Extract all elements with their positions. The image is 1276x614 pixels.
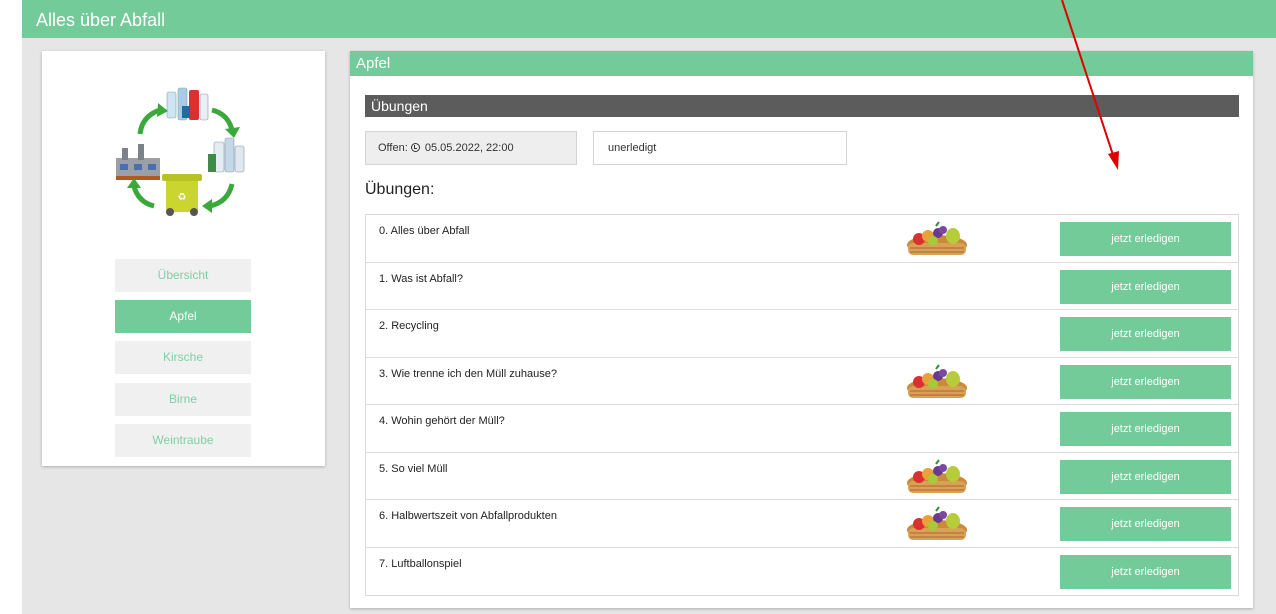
exercise-row: 3. Wie trenne ich den Müll zuhause? jetzt… bbox=[366, 358, 1238, 405]
exercise-row: 1. Was ist Abfall? jetzt erledigen bbox=[366, 263, 1238, 310]
sidebar-item-uebersicht[interactable]: Übersicht bbox=[115, 259, 251, 292]
sidebar-item-birne[interactable]: Birne bbox=[115, 383, 251, 416]
exercise-title: 5. So viel Müll bbox=[379, 462, 448, 475]
fruit-basket-icon bbox=[906, 221, 968, 257]
app-frame: Alles über Abfall ♻ Übersicht Apfel Kirs… bbox=[22, 0, 1276, 614]
top-bar: Alles über Abfall bbox=[22, 0, 1276, 38]
sidebar-item-kirsche[interactable]: Kirsche bbox=[115, 341, 251, 374]
exercise-row: 7. Luftballonspiel jetzt erledigen bbox=[366, 548, 1238, 596]
fruit-basket-icon bbox=[906, 506, 968, 542]
exercise-row: 5. So viel Müll jetzt erledigen bbox=[366, 453, 1238, 500]
fruit-basket-icon bbox=[906, 363, 968, 400]
do-exercise-button[interactable]: jetzt erledigen bbox=[1060, 412, 1231, 446]
exercise-row: 4. Wohin gehört der Müll? jetzt erledigen bbox=[366, 405, 1238, 453]
exercise-list: 0. Alles über Abfall jetzt erledigen 1. Wa… bbox=[365, 214, 1239, 596]
exercise-title: 0. Alles über Abfall bbox=[379, 225, 470, 237]
do-exercise-button[interactable]: jetzt erledigen bbox=[1060, 507, 1231, 541]
exercise-title: 4. Wohin gehört der Müll? bbox=[379, 415, 505, 427]
exercise-row: 2. Recycling jetzt erledigen bbox=[366, 310, 1238, 358]
status-box: unerledigt bbox=[593, 131, 847, 165]
clock-icon bbox=[410, 143, 420, 152]
do-exercise-button[interactable]: jetzt erledigen bbox=[1060, 364, 1231, 399]
exercise-title: 2. Recycling bbox=[379, 320, 439, 332]
sidebar-card: ♻ Übersicht Apfel Kirsche Birne Weintrau… bbox=[42, 51, 325, 466]
fruit-basket-icon bbox=[906, 458, 968, 495]
due-date-box: Offen: 05.05.2022, 22:00 bbox=[365, 131, 577, 165]
do-exercise-button[interactable]: jetzt erledigen bbox=[1060, 554, 1231, 589]
section-title: Übungen bbox=[365, 95, 1239, 117]
exercise-title: 6. Halbwertszeit von Abfallprodukten bbox=[379, 510, 557, 522]
sidebar-item-apfel[interactable]: Apfel bbox=[115, 300, 251, 333]
exercise-row: 6. Halbwertszeit von Abfallprodukten jetz… bbox=[366, 500, 1238, 548]
exercises-heading: Übungen: bbox=[365, 181, 435, 198]
offen-date: 05.05.2022, 22:00 bbox=[424, 142, 514, 154]
do-exercise-button[interactable]: jetzt erledigen bbox=[1060, 317, 1231, 351]
do-exercise-button[interactable]: jetzt erledigen bbox=[1060, 269, 1231, 304]
exercise-title: 1. Was ist Abfall? bbox=[379, 272, 463, 285]
main-header: Apfel bbox=[350, 51, 1253, 76]
main-card: Apfel Übungen Offen: 05.05.2022, 22:00 u… bbox=[350, 51, 1253, 608]
do-exercise-button[interactable]: jetzt erledigen bbox=[1060, 459, 1231, 494]
offen-label: Offen: bbox=[378, 142, 408, 154]
do-exercise-button[interactable]: jetzt erledigen bbox=[1060, 222, 1231, 256]
exercise-row: 0. Alles über Abfall jetzt erledigen bbox=[366, 215, 1238, 263]
exercise-title: 7. Luftballonspiel bbox=[379, 557, 462, 570]
recycling-logo-icon: ♻ bbox=[116, 87, 245, 216]
svg-text:♻: ♻ bbox=[178, 192, 187, 203]
exercise-title: 3. Wie trenne ich den Müll zuhause? bbox=[379, 367, 557, 380]
app-title: Alles über Abfall bbox=[36, 10, 166, 30]
sidebar-item-weintraube[interactable]: Weintraube bbox=[115, 424, 251, 457]
